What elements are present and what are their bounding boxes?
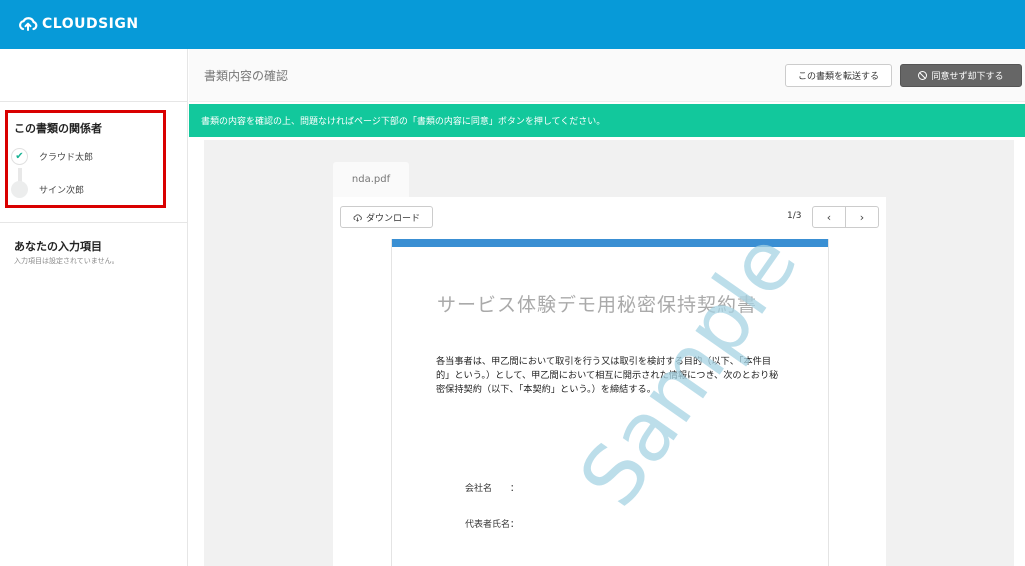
download-button[interactable]: ダウンロード xyxy=(340,206,433,228)
chevron-right-icon: › xyxy=(859,210,865,224)
representative-name-field: 代表者氏名： xyxy=(465,520,520,530)
decline-button[interactable]: 同意せず却下する xyxy=(900,64,1022,87)
company-name-field: 会社名 ： xyxy=(465,484,520,494)
inputs-description: 入力項目は設定されていません。 xyxy=(14,257,119,265)
brand-name: CLOUDSIGN xyxy=(42,16,139,32)
document-page: サービス体験デモ用秘密保持契約書 各当事者は、甲乙間において取引を行う又は取引を… xyxy=(391,239,829,566)
cloud-download-icon xyxy=(353,213,362,222)
notice-banner: 書類の内容を確認の上、問題なければページ下部の「書類の内容に同意」ボタンを押して… xyxy=(189,104,1025,137)
page-indicator: 1/3 xyxy=(787,211,802,221)
inputs-title: あなたの入力項目 xyxy=(14,240,102,253)
cloudsign-logo[interactable]: CLOUDSIGN xyxy=(18,16,139,32)
page-pager: ‹ › xyxy=(812,206,879,228)
sidebar-header-space xyxy=(0,49,187,102)
next-page-button[interactable]: › xyxy=(845,207,878,227)
download-button-label: ダウンロード xyxy=(365,213,420,224)
file-tab[interactable]: nda.pdf xyxy=(333,162,409,197)
forward-button[interactable]: この書類を転送する xyxy=(785,64,892,87)
main-header: 書類内容の確認 この書類を転送する 同意せず却下する xyxy=(189,49,1025,102)
top-bar: CLOUDSIGN xyxy=(0,0,1025,49)
notice-text: 書類の内容を確認の上、問題なければページ下部の「書類の内容に同意」ボタンを押して… xyxy=(201,117,606,127)
prev-page-button[interactable]: ‹ xyxy=(813,207,845,227)
cloud-up-icon xyxy=(19,17,38,31)
chevron-left-icon: ‹ xyxy=(826,210,832,224)
page-title: 書類内容の確認 xyxy=(204,69,289,83)
highlight-annotation-box xyxy=(5,110,166,208)
decline-button-label: 同意せず却下する xyxy=(931,72,1004,82)
ban-icon xyxy=(918,71,928,80)
